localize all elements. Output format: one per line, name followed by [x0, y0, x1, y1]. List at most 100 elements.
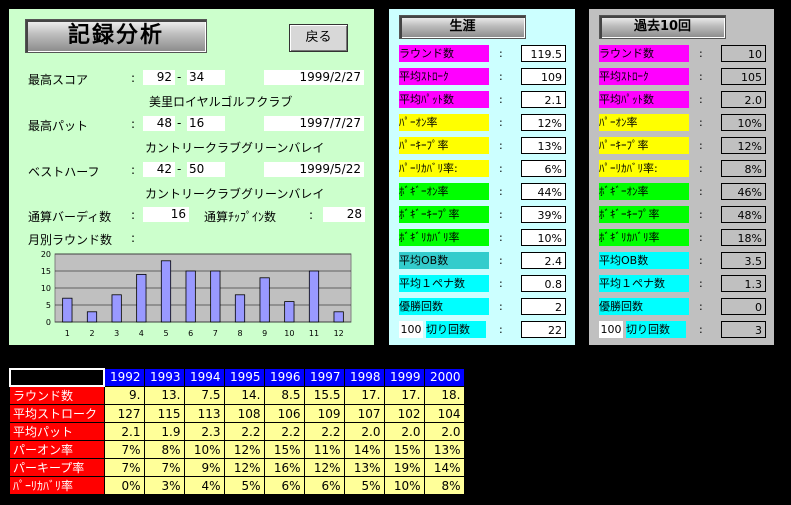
bar-month-9: [259, 277, 270, 323]
table-cell[interactable]: 13%: [424, 440, 465, 459]
table-cell[interactable]: 10%: [384, 476, 425, 495]
colon: :: [499, 323, 503, 336]
table-row: 平均ストローク 127 115 113 108 106 109 107 102 104: [10, 404, 465, 423]
table-cell[interactable]: 12%: [304, 458, 345, 477]
table-cell[interactable]: 2.2: [264, 422, 305, 441]
x-tick-label: 9: [262, 329, 267, 338]
table-corner-cell[interactable]: [9, 368, 105, 387]
table-cell[interactable]: 15.5: [304, 386, 345, 405]
table-cell[interactable]: 9%: [184, 458, 225, 477]
table-cell[interactable]: 6%: [264, 476, 305, 495]
cut-threshold: 100: [399, 321, 423, 338]
table-cell[interactable]: 3%: [144, 476, 185, 495]
table-cell[interactable]: 14%: [424, 458, 465, 477]
table-cell[interactable]: 13.: [144, 386, 185, 405]
table-cell[interactable]: 106: [264, 404, 305, 423]
bar-month-12: [333, 311, 344, 323]
stat-label: 平均ﾊﾟｯﾄ数: [399, 91, 489, 108]
table-cell[interactable]: 107: [344, 404, 385, 423]
stat-label: 平均ｽﾄﾛｰｸ: [399, 68, 489, 85]
table-cell[interactable]: 13%: [344, 458, 385, 477]
table-row: ラウンド数 9. 13. 7.5 14. 8.5 15.5 17. 17. 18.: [10, 386, 465, 405]
bar-month-3: [111, 294, 122, 323]
table-cell[interactable]: 2.0: [384, 422, 425, 441]
y-tick-label: 20: [41, 250, 51, 259]
colon: :: [699, 139, 703, 152]
stat-label: ﾎﾞｷﾞｰｵﾝ率: [599, 183, 689, 200]
stat-label: 100 切り回数: [399, 321, 489, 338]
table-cell[interactable]: 10%: [184, 440, 225, 459]
table-cell[interactable]: 4%: [184, 476, 225, 495]
x-tick-label: 4: [139, 329, 144, 338]
colon: :: [699, 208, 703, 221]
table-cell[interactable]: 7%: [144, 458, 185, 477]
stat-label: ﾊﾟｰｵﾝ率: [599, 114, 689, 131]
colon: :: [499, 231, 503, 244]
table-cell[interactable]: 2.0: [424, 422, 465, 441]
colon: :: [699, 70, 703, 83]
bar-month-11: [308, 270, 320, 323]
table-cell[interactable]: 14.: [224, 386, 265, 405]
colon: :: [499, 162, 503, 175]
table-cell[interactable]: 127: [104, 404, 145, 423]
table-cell[interactable]: 15%: [264, 440, 305, 459]
stat-value: 39%: [521, 206, 566, 223]
x-tick-label: 10: [284, 329, 294, 338]
stat-label: ﾊﾟｰﾘｶﾊﾞﾘ率:: [599, 160, 689, 177]
table-cell[interactable]: 19%: [384, 458, 425, 477]
table-cell[interactable]: 2.3: [184, 422, 225, 441]
table-cell[interactable]: 9.: [104, 386, 145, 405]
year-header: 2000: [424, 369, 465, 387]
stat-label: ﾎﾞｷﾞﾘｶﾊﾞﾘ率: [399, 229, 489, 246]
stat-label: ﾎﾞｷﾞｰｵﾝ率: [399, 183, 489, 200]
stat-label: 平均ﾊﾟｯﾄ数: [599, 91, 689, 108]
table-cell[interactable]: 7%: [104, 458, 145, 477]
colon: :: [499, 277, 503, 290]
table-cell[interactable]: 2.2: [304, 422, 345, 441]
table-cell[interactable]: 16%: [264, 458, 305, 477]
stat-value: 2: [521, 298, 566, 315]
table-cell[interactable]: 2.2: [224, 422, 265, 441]
table-cell[interactable]: 17.: [384, 386, 425, 405]
colon: :: [499, 300, 503, 313]
year-header: 1997: [304, 369, 345, 387]
table-cell[interactable]: 2.1: [104, 422, 145, 441]
x-tick-label: 5: [163, 329, 168, 338]
table-cell[interactable]: 8%: [144, 440, 185, 459]
table-cell[interactable]: 15%: [384, 440, 425, 459]
table-cell[interactable]: 0%: [104, 476, 145, 495]
stat-label: ﾎﾞｷﾞｰｷｰﾌﾟ率: [399, 206, 489, 223]
table-cell[interactable]: 11%: [304, 440, 345, 459]
stat-label: 優勝回数: [599, 298, 689, 315]
table-cell[interactable]: 2.0: [344, 422, 385, 441]
table-cell[interactable]: 115: [144, 404, 185, 423]
table-cell[interactable]: 5%: [224, 476, 265, 495]
table-row: パーオン率 7% 8% 10% 12% 15% 11% 14% 15% 13%: [10, 440, 465, 459]
recent10-heading: 過去10回: [599, 15, 726, 39]
table-cell[interactable]: 104: [424, 404, 465, 423]
table-cell[interactable]: 5%: [344, 476, 385, 495]
stat-value: 6%: [521, 160, 566, 177]
table-cell[interactable]: 1.9: [144, 422, 185, 441]
colon: :: [699, 93, 703, 106]
table-cell[interactable]: 108: [224, 404, 265, 423]
table-cell[interactable]: 17.: [344, 386, 385, 405]
table-cell[interactable]: 18.: [424, 386, 465, 405]
table-cell[interactable]: 102: [384, 404, 425, 423]
table-cell[interactable]: 14%: [344, 440, 385, 459]
year-header: 1995: [224, 369, 265, 387]
colon: :: [699, 323, 703, 336]
stat-value: 2.1: [521, 91, 566, 108]
stat-value: 2.4: [521, 252, 566, 269]
table-cell[interactable]: 8.5: [264, 386, 305, 405]
table-cell[interactable]: 7.5: [184, 386, 225, 405]
table-cell[interactable]: 7%: [104, 440, 145, 459]
table-cell[interactable]: 12%: [224, 440, 265, 459]
cut-threshold: 100: [599, 321, 623, 338]
stat-label: ﾊﾟｰｷｰﾌﾟ率: [599, 137, 689, 154]
table-cell[interactable]: 113: [184, 404, 225, 423]
table-cell[interactable]: 6%: [304, 476, 345, 495]
table-cell[interactable]: 8%: [424, 476, 465, 495]
table-cell[interactable]: 109: [304, 404, 345, 423]
table-cell[interactable]: 12%: [224, 458, 265, 477]
